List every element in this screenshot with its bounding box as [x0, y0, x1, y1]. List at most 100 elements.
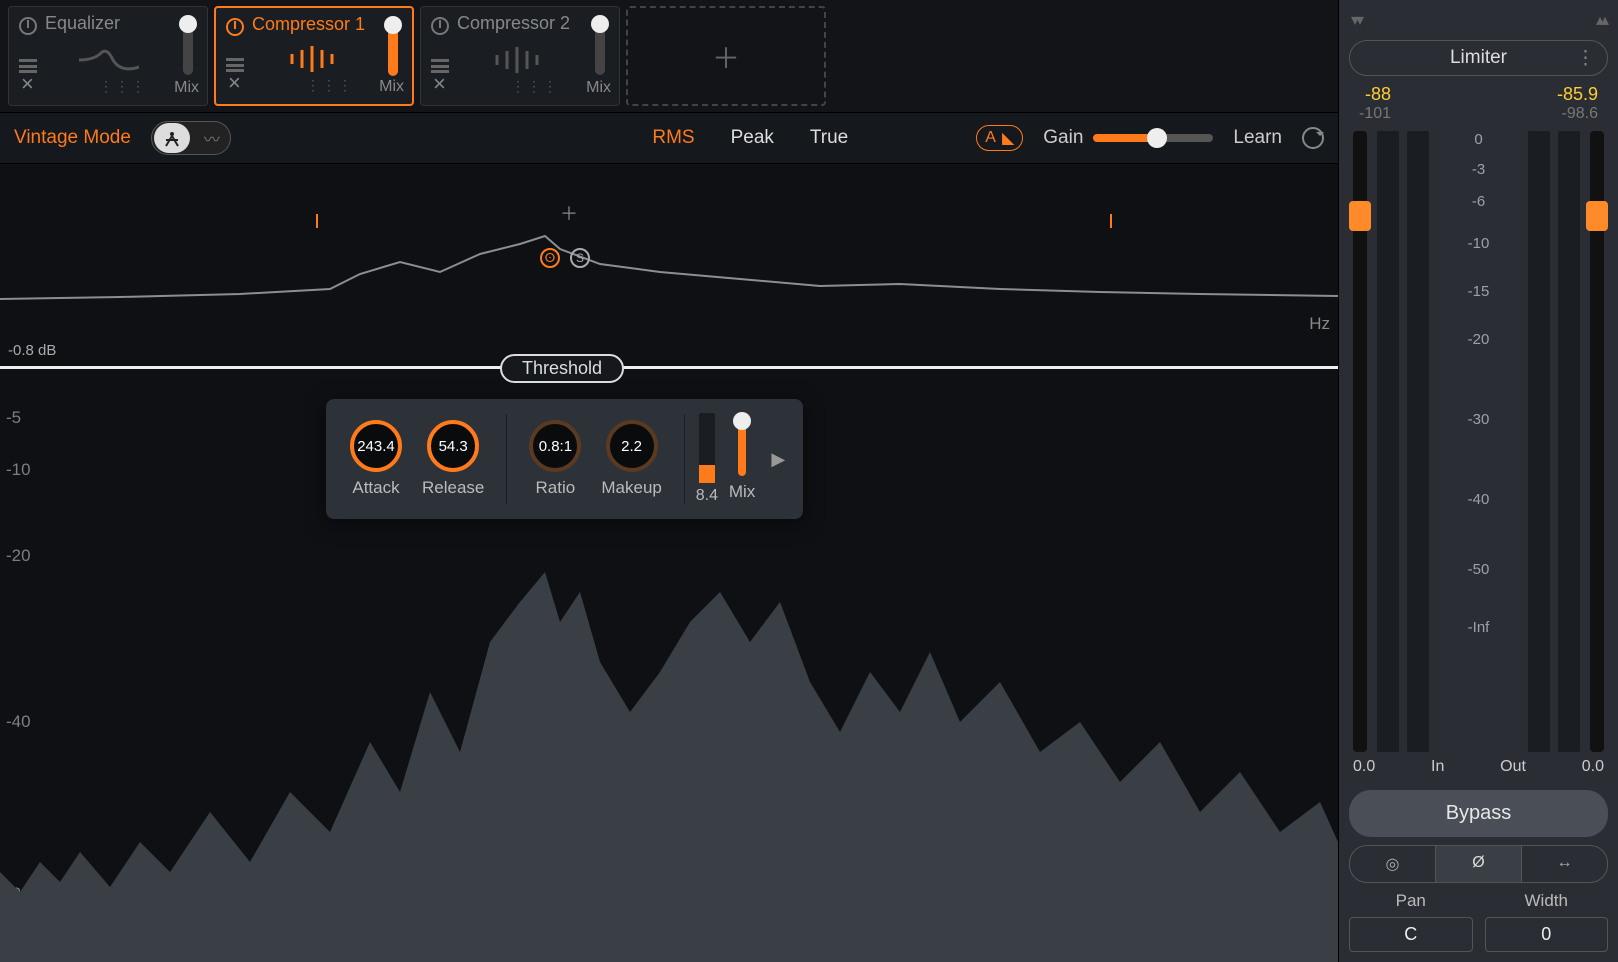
mix-label: Mix	[174, 79, 199, 97]
input-marker-icon[interactable]: ⵙ	[540, 248, 560, 268]
reset-icon[interactable]	[1302, 127, 1324, 149]
detection-peak[interactable]: Peak	[723, 123, 782, 153]
close-icon[interactable]: ×	[433, 71, 446, 97]
mix-slider[interactable]	[388, 18, 398, 76]
gain-reduction-meter	[699, 413, 715, 483]
out-meter-r	[1558, 131, 1580, 752]
power-icon[interactable]	[226, 18, 244, 36]
ratio-knob[interactable]: 0.8:1 Ratio	[529, 420, 581, 498]
in-meter-r	[1407, 131, 1429, 752]
divider	[506, 414, 507, 504]
in-fader-value[interactable]: 0.0	[1353, 758, 1375, 776]
limiter-sidebar: ▾▾ ▴▴ Limiter ⋮ -88 -101 -85.9 -98.6 0 -…	[1338, 0, 1618, 962]
width-value[interactable]: 0	[1485, 917, 1609, 952]
release-label: Release	[422, 478, 484, 498]
spectrum-scope[interactable]: ＋ ⵙ S Hz -0.8 dB Threshold -5 -10 -20 -4…	[0, 164, 1338, 962]
out-peak: -85.9	[1557, 84, 1598, 105]
add-module-button[interactable]: ＋	[626, 6, 826, 106]
stereo-mode-segment[interactable]: ◎ Ø ↔	[1349, 845, 1608, 883]
band-tick	[1110, 214, 1112, 228]
options-bar: Vintage Mode 〰 RMS Peak True A◣ Gain Lea…	[0, 112, 1338, 164]
in-peak: -88	[1365, 84, 1391, 105]
spectrum-fill	[0, 532, 1338, 962]
in-meter-l	[1377, 131, 1399, 752]
attack-value: 243.4	[350, 420, 402, 472]
threshold-handle[interactable]: Threshold	[500, 354, 624, 383]
close-icon[interactable]: ×	[228, 70, 241, 96]
power-icon[interactable]	[431, 17, 449, 35]
limiter-title[interactable]: Limiter ⋮	[1349, 40, 1608, 76]
mix-label: Mix	[379, 78, 404, 96]
drag-handle-icon[interactable]: ⋮⋮⋮	[99, 78, 147, 95]
module-compressor-1[interactable]: Compressor 1 Mix × ⋮⋮⋮	[214, 6, 414, 106]
curve-icon: 〰	[204, 126, 220, 150]
out-label: Out	[1500, 758, 1526, 776]
crosshair-icon: ＋	[560, 200, 578, 226]
menu-dots-icon[interactable]: ⋮	[1576, 47, 1595, 70]
pan-value[interactable]: C	[1349, 917, 1473, 952]
plus-icon: ＋	[712, 37, 740, 77]
makeup-knob[interactable]: 2.2 Makeup	[601, 420, 661, 498]
bypass-button[interactable]: Bypass	[1349, 790, 1608, 837]
band-tick	[316, 214, 318, 228]
panel-mix-slider[interactable]: Mix	[729, 416, 755, 502]
out-rms: -98.6	[1562, 105, 1598, 123]
out-fader-value[interactable]: 0.0	[1582, 758, 1604, 776]
compressor-controls-panel: 243.4 Attack 54.3 Release 0.8:1 Ratio 2.…	[326, 399, 803, 519]
attack-knob[interactable]: 243.4 Attack	[350, 420, 402, 498]
phase-invert-icon[interactable]: Ø	[1436, 846, 1522, 882]
stereo-link-icon[interactable]: ◎	[1350, 846, 1436, 882]
ratio-label: Ratio	[536, 478, 576, 498]
power-icon[interactable]	[19, 17, 37, 35]
drag-handle-icon[interactable]: ⋮⋮⋮	[511, 78, 559, 95]
module-equalizer[interactable]: Equalizer Mix × ⋮⋮⋮	[8, 6, 208, 106]
eq-curve-icon	[79, 45, 139, 75]
detection-true[interactable]: True	[802, 123, 856, 153]
db-scale: 0 -3 -6 -10 -15 -20 -30 -40 -50 -Inf	[1435, 131, 1522, 752]
spectrum-line	[0, 194, 1338, 334]
input-ceiling-fader[interactable]	[1353, 131, 1367, 752]
detection-rms[interactable]: RMS	[644, 123, 702, 153]
auto-release-button[interactable]: A◣	[976, 125, 1023, 151]
comp-bars-icon	[286, 44, 346, 74]
drag-handle-icon[interactable]: ⋮⋮⋮	[306, 77, 354, 94]
sidechain-marker-icon[interactable]: S	[570, 248, 590, 268]
expand-icon[interactable]: ▶	[763, 449, 793, 470]
level-readouts: -88 -101 -85.9 -98.6	[1349, 84, 1608, 123]
makeup-value: 2.2	[606, 420, 658, 472]
grid-label: -10	[6, 460, 31, 480]
gain-label: Gain	[1043, 127, 1083, 149]
grid-label: -5	[6, 408, 21, 428]
release-value: 54.3	[427, 420, 479, 472]
envelope-icon: ◣	[1002, 128, 1014, 148]
comp-bars-icon	[491, 45, 551, 75]
attack-label: Attack	[352, 478, 399, 498]
db-readout: -0.8 dB	[8, 342, 56, 359]
module-title: Equalizer	[45, 13, 197, 34]
divider	[684, 414, 685, 504]
close-icon[interactable]: ×	[21, 71, 34, 97]
learn-button[interactable]: Learn	[1233, 127, 1282, 149]
vintage-mode-label[interactable]: Vintage Mode	[14, 127, 131, 149]
module-compressor-2[interactable]: Compressor 2 Mix × ⋮⋮⋮	[420, 6, 620, 106]
out-meter-l	[1528, 131, 1550, 752]
output-ceiling-fader[interactable]	[1590, 131, 1604, 752]
swap-channels-icon[interactable]: ↔	[1522, 846, 1607, 882]
module-title: Compressor 1	[252, 14, 402, 35]
meter-zone: 0 -3 -6 -10 -15 -20 -30 -40 -50 -Inf	[1349, 131, 1608, 752]
panel-mix-label: Mix	[729, 482, 755, 502]
vintage-toggle[interactable]: 〰	[151, 121, 231, 155]
collapse-down-icon[interactable]: ▾▾	[1351, 10, 1361, 30]
release-knob[interactable]: 54.3 Release	[422, 420, 484, 498]
in-label: In	[1431, 758, 1444, 776]
width-label: Width	[1525, 891, 1568, 911]
makeup-label: Makeup	[601, 478, 661, 498]
in-rms: -101	[1359, 105, 1391, 123]
module-strip: Equalizer Mix × ⋮⋮⋮ Compressor 1 Mix × ⋮…	[0, 0, 1338, 112]
threshold-line[interactable]	[0, 366, 1338, 369]
pan-label: Pan	[1396, 891, 1426, 911]
gain-slider[interactable]	[1093, 134, 1213, 142]
mix-slider[interactable]	[183, 17, 193, 75]
mix-slider[interactable]	[595, 17, 605, 75]
collapse-up-icon[interactable]: ▴▴	[1596, 10, 1606, 30]
